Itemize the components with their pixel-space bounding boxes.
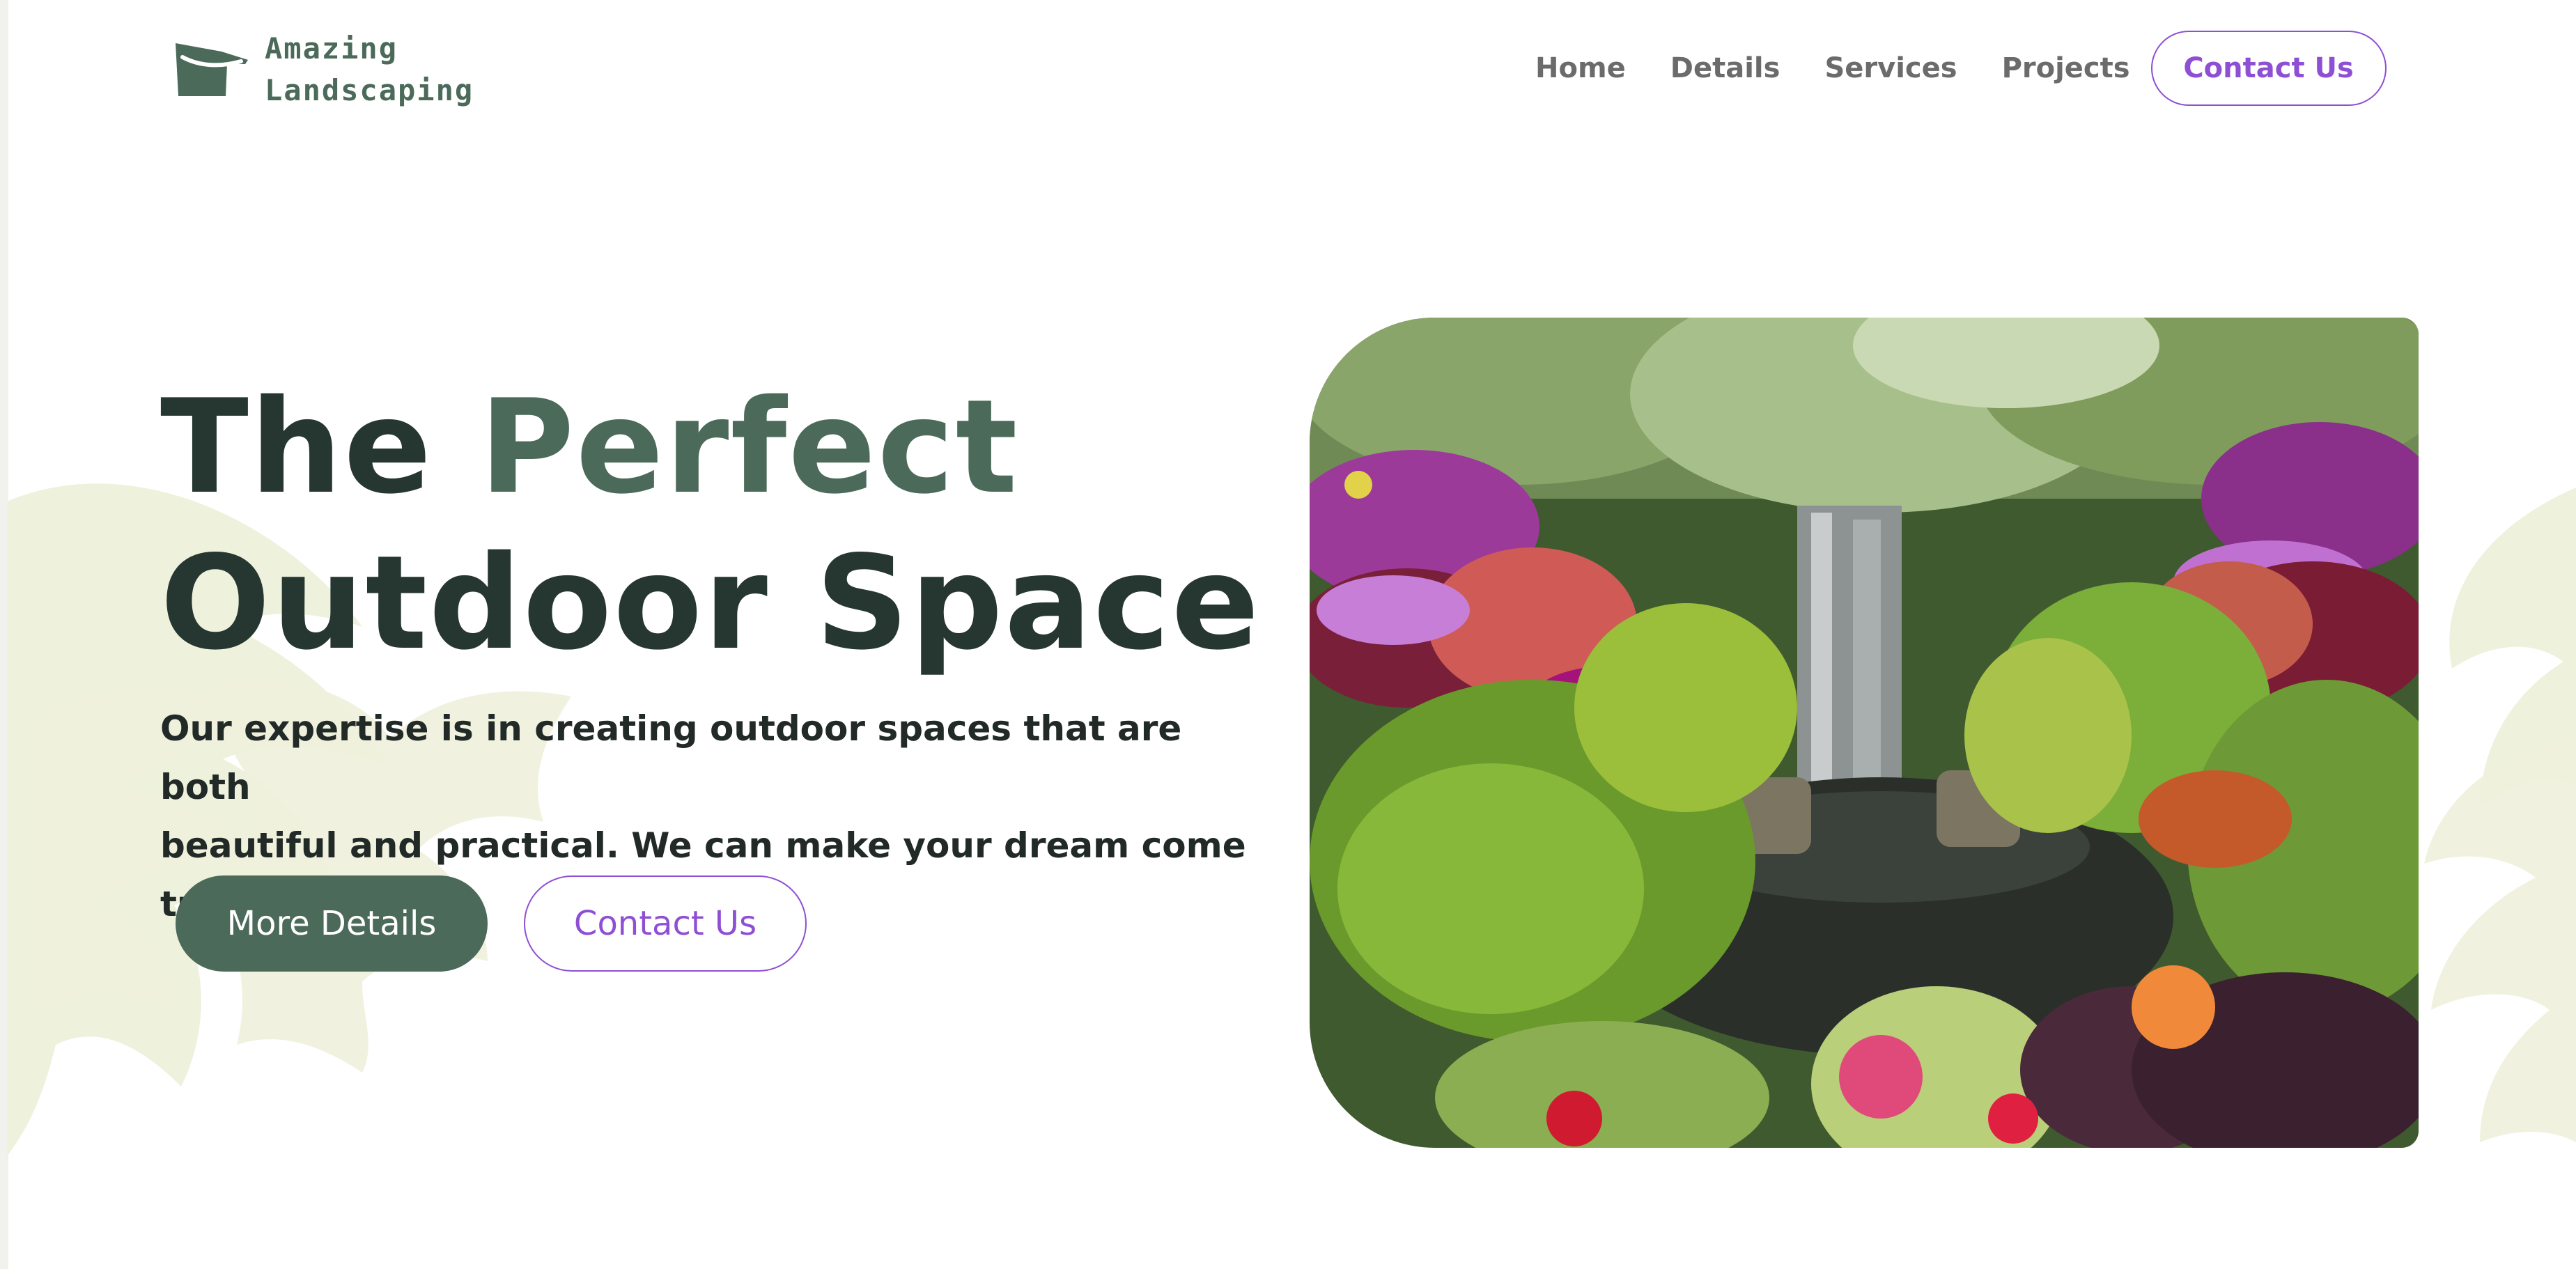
hero-title-accent: Perfect (479, 371, 1019, 522)
main-nav: Home Details Services Projects Contact U… (1535, 31, 2387, 106)
hero-contact-button[interactable]: Contact Us (524, 875, 807, 972)
hero-garden-image (1310, 318, 2419, 1148)
nav-services[interactable]: Services (1824, 31, 1957, 106)
brand-logo[interactable]: Amazing Landscaping (173, 28, 474, 111)
brand-name: Amazing Landscaping (265, 28, 474, 111)
hero-subtitle-line1: Our expertise is in creating outdoor spa… (160, 708, 1182, 807)
nav-home[interactable]: Home (1535, 31, 1626, 106)
watering-can-icon (176, 43, 248, 96)
hero-title-line2: Outdoor Space (160, 527, 1261, 678)
hero-title-part1: The (160, 371, 480, 522)
brand-name-line2: Landscaping (265, 73, 474, 107)
brand-name-line1: Amazing (265, 31, 398, 65)
garden-illustration (1310, 318, 2419, 1148)
nav-projects[interactable]: Projects (2002, 31, 2130, 106)
nav-details[interactable]: Details (1670, 31, 1780, 106)
page-edge (0, 0, 8, 1269)
hero-title-line1: The Perfect (160, 369, 1261, 525)
header-contact-button[interactable]: Contact Us (2150, 31, 2387, 106)
hero-title: The Perfect Outdoor Space (160, 369, 1261, 681)
more-details-button[interactable]: More Details (176, 875, 488, 972)
